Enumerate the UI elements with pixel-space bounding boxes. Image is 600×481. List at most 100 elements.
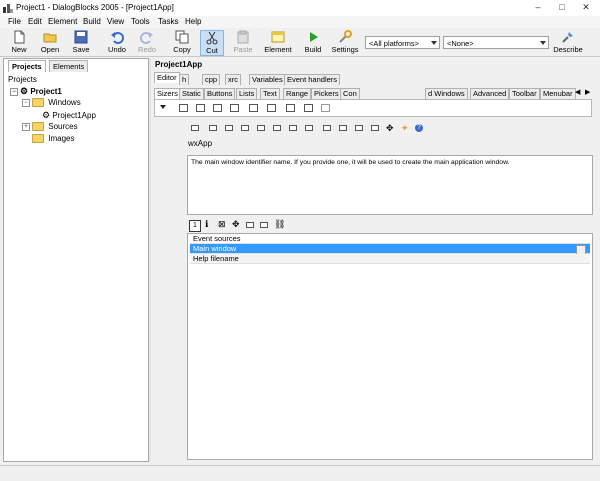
tree-item-project1[interactable]: − ⚙ Project1	[10, 86, 62, 97]
border-bottom-icon[interactable]	[371, 125, 379, 131]
tab-variables[interactable]: Variables	[249, 74, 286, 85]
menu-file[interactable]: File	[8, 17, 21, 26]
new-button[interactable]: New	[6, 30, 32, 56]
tab-h[interactable]: h	[179, 74, 190, 85]
tree-item-images[interactable]: Images	[32, 134, 74, 144]
static-box-sizer-icon[interactable]	[213, 104, 222, 112]
panel-splitter[interactable]	[149, 58, 151, 462]
move-icon[interactable]: ✥	[232, 219, 240, 230]
menu-view[interactable]: View	[107, 17, 124, 26]
property-tab-1[interactable]: 1	[189, 220, 201, 232]
gridbag-sizer-icon[interactable]	[286, 104, 295, 112]
tab-text[interactable]: Text	[260, 88, 280, 99]
tab-editor[interactable]: Editor	[154, 72, 180, 83]
tab-toolbar[interactable]: Toolbar	[509, 88, 540, 99]
help-icon[interactable]: ?	[415, 124, 423, 132]
new-file-icon	[14, 30, 25, 44]
property-row-main-window[interactable]: Main window	[190, 244, 590, 255]
align-right-icon[interactable]	[241, 125, 249, 131]
settings-button[interactable]: Settings	[330, 30, 360, 56]
menu-build[interactable]: Build	[83, 17, 101, 26]
save-button[interactable]: Save	[68, 30, 94, 56]
tab-scroll-right-icon[interactable]: ▶	[585, 88, 590, 96]
open-button[interactable]: Open	[37, 30, 63, 56]
collapse-icon[interactable]: −	[10, 87, 18, 96]
tree-item-project1app[interactable]: ⚙ Project1App	[42, 110, 96, 121]
tab-static[interactable]: Static	[179, 88, 204, 99]
table-sizer-icon[interactable]	[304, 104, 313, 112]
tab-projects[interactable]: Projects	[8, 60, 46, 72]
menu-tools[interactable]: Tools	[131, 17, 150, 26]
tab-lists[interactable]: Lists	[236, 88, 258, 99]
flag-icon[interactable]: ℹ	[205, 219, 208, 230]
expand-icon[interactable]	[305, 125, 313, 131]
tab-buttons[interactable]: Buttons	[204, 88, 236, 99]
event-icon[interactable]	[246, 222, 254, 228]
menu-edit[interactable]: Edit	[28, 17, 42, 26]
build-button[interactable]: Build	[301, 30, 325, 56]
tree-item-sources[interactable]: + Sources	[22, 122, 78, 132]
window-icon[interactable]	[260, 222, 268, 228]
paste-button[interactable]: Paste	[230, 30, 256, 56]
spacer-icon[interactable]	[321, 104, 330, 112]
describe-button[interactable]: Describe	[553, 30, 583, 56]
undo-label: Undo	[108, 45, 126, 54]
menu-element[interactable]: Element	[48, 17, 77, 26]
wrap-sizer-icon[interactable]	[230, 104, 239, 112]
align-bottom-icon[interactable]	[289, 125, 297, 131]
tab-elements[interactable]: Elements	[49, 60, 89, 72]
link-icon[interactable]: ⛓	[274, 219, 285, 230]
tree-item-projects[interactable]: Projects	[8, 75, 37, 84]
tree-label: Projects	[8, 75, 37, 84]
property-row-event-sources[interactable]: Event sources	[190, 234, 590, 244]
copy-button[interactable]: Copy	[170, 30, 194, 56]
palette-dropdown-icon[interactable]	[160, 105, 166, 109]
menu-tasks[interactable]: Tasks	[158, 17, 178, 26]
tab-sizers[interactable]: Sizers	[154, 88, 181, 99]
menu-help[interactable]: Help	[185, 17, 201, 26]
maximize-button[interactable]: □	[550, 0, 574, 14]
box-sizer-h-icon[interactable]	[179, 104, 188, 112]
config-combo[interactable]: <None>	[443, 36, 549, 49]
magic-wand-icon[interactable]: ✦	[401, 123, 409, 134]
close-button[interactable]: ✕	[574, 0, 598, 14]
property-row-help-filename[interactable]: Help filename	[190, 254, 590, 264]
border-right-icon[interactable]	[339, 125, 347, 131]
minimize-button[interactable]: –	[526, 0, 550, 14]
tab-con[interactable]: Con	[340, 88, 360, 99]
border-top-icon[interactable]	[355, 125, 363, 131]
tab-range[interactable]: Range	[283, 88, 312, 99]
expand-icon[interactable]: +	[22, 122, 30, 131]
property-label: Help filename	[193, 254, 239, 263]
undo-button[interactable]: Undo	[104, 30, 130, 56]
collapse-icon[interactable]: −	[22, 98, 30, 107]
tab-menubar[interactable]: Menubar	[540, 88, 576, 99]
copy-icon	[175, 30, 189, 44]
flex-grid-sizer-icon[interactable]	[267, 104, 276, 112]
tree-item-windows[interactable]: − Windows	[22, 98, 81, 108]
tab-event-handlers[interactable]: Event handlers	[284, 74, 341, 85]
tab-cpp[interactable]: cpp	[202, 74, 221, 85]
align-top-icon[interactable]	[257, 125, 265, 131]
tab-scroll-left-icon[interactable]: ◀	[575, 88, 580, 96]
redo-button[interactable]: Redo	[134, 30, 160, 56]
grid-sizer-icon[interactable]	[249, 104, 258, 112]
tab-windows[interactable]: d Windows	[425, 88, 468, 99]
tab-advanced[interactable]: Advanced	[470, 88, 510, 99]
layout-icon[interactable]	[191, 125, 199, 131]
cut-button[interactable]: Cut	[200, 30, 224, 56]
align-center-icon[interactable]	[225, 125, 233, 131]
box-sizer-v-icon[interactable]	[196, 104, 205, 112]
platform-combo[interactable]: <All platforms>	[365, 36, 440, 49]
platform-combo-value: <All platforms>	[369, 39, 420, 48]
element-button[interactable]: Element	[262, 30, 294, 56]
tab-pickers[interactable]: Pickers	[311, 88, 342, 99]
chevron-down-icon	[540, 41, 546, 45]
tab-xrc[interactable]: xrc	[225, 74, 241, 85]
border-left-icon[interactable]	[323, 125, 331, 131]
align-middle-icon[interactable]	[273, 125, 281, 131]
align-left-icon[interactable]	[209, 125, 217, 131]
stretch-icon[interactable]: ✥	[386, 123, 394, 134]
folder-icon	[32, 122, 44, 132]
properties-icon[interactable]: ⊠	[218, 219, 226, 230]
